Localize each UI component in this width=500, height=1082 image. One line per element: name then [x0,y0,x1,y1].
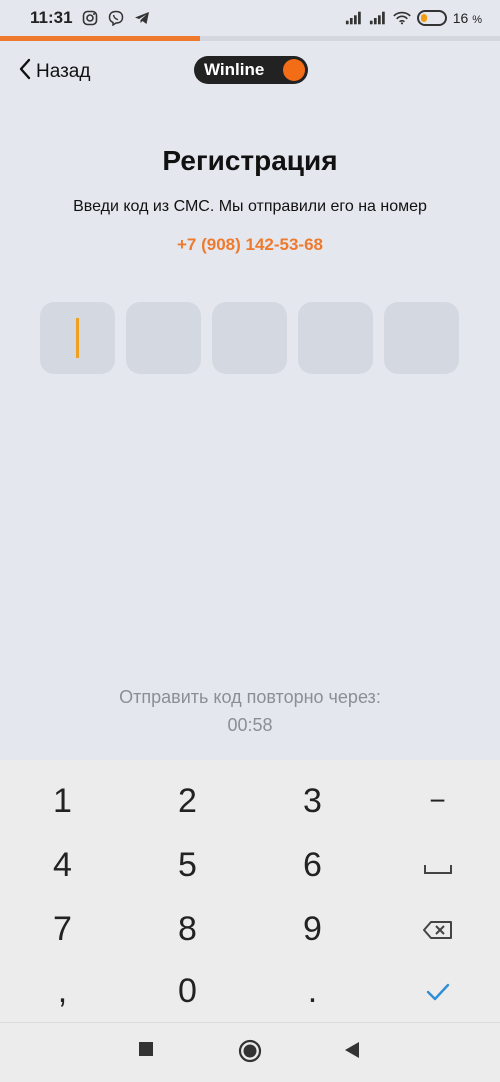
instagram-icon [81,9,99,27]
registration-progress-bar [0,36,500,41]
battery-percent: 16 % [452,10,482,26]
code-digit-2[interactable] [126,302,201,374]
header: Назад Winline [0,50,500,92]
key-4[interactable]: 4 [0,834,125,896]
resend-text: Отправить код повторно через: [119,687,381,707]
key-label: 2 [178,781,197,820]
code-digit-3[interactable] [212,302,287,374]
back-button[interactable]: Назад [18,58,90,86]
key-label: 8 [178,909,197,948]
back-label: Назад [36,61,91,82]
text-caret [76,318,79,358]
status-time: 11:31 [30,8,73,27]
status-left: 11:31 [30,8,151,28]
key-label: . [307,971,318,1010]
sms-code-input[interactable] [40,302,460,374]
telegram-icon [133,9,151,27]
key-6[interactable]: 6 [250,834,375,896]
key-9[interactable]: 9 [250,898,375,960]
battery-icon [416,10,447,26]
key-minus[interactable]: − [375,770,500,832]
key-comma[interactable]: , [0,960,125,1022]
home-button[interactable] [238,1039,262,1068]
key-label: 5 [178,845,197,884]
code-digit-1[interactable] [40,302,115,374]
key-3[interactable]: 3 [250,770,375,832]
winline-logo: Winline [194,56,308,84]
system-navigation-bar [0,1022,500,1082]
page-title: Регистрация [162,145,338,176]
key-space[interactable] [375,834,500,896]
phone-number: +7 (908) 142-53-68 [176,235,324,254]
code-digit-5[interactable] [384,302,459,374]
key-label: 1 [53,781,72,820]
space-icon [423,846,453,885]
key-label: 0 [178,971,197,1010]
key-done[interactable] [375,960,500,1022]
progress-fill [0,36,200,41]
key-label: 9 [303,909,322,948]
sms-instruction: Введи код из СМС. Мы отправили его на но… [73,198,427,215]
back-nav-button[interactable] [344,1041,360,1064]
key-label: , [57,971,68,1010]
code-digit-4[interactable] [298,302,373,374]
key-label: 7 [53,909,72,948]
key-2[interactable]: 2 [125,770,250,832]
backspace-icon [422,910,454,949]
key-5[interactable]: 5 [125,834,250,896]
wifi-icon [392,9,411,27]
resend-info: Отправить код повторно через: 00:58 [0,683,500,739]
key-1[interactable]: 1 [0,770,125,832]
key-0[interactable]: 0 [125,960,250,1022]
logo-text: Winline [204,60,265,79]
resend-timer: 00:58 [227,715,273,735]
key-period[interactable]: . [250,960,375,1022]
logo-dot-icon [283,59,305,81]
signal-icon [369,9,387,27]
key-label: − [429,785,446,816]
key-backspace[interactable] [375,898,500,960]
viber-icon [107,9,125,27]
key-label: 3 [303,781,322,820]
status-bar: 11:31 16 % [0,0,500,36]
key-8[interactable]: 8 [125,898,250,960]
key-label: 4 [53,845,72,884]
battery-unit: % [472,14,482,26]
chevron-left-icon [18,58,32,86]
key-label: 6 [303,845,322,884]
key-7[interactable]: 7 [0,898,125,960]
numeric-keyboard: 1 2 3 − 4 5 6 7 8 9 , 0 . [0,760,500,1022]
recents-button[interactable] [138,1041,154,1062]
signal-icon [345,9,363,27]
check-icon [425,972,451,1011]
status-right: 16 % [345,9,482,27]
